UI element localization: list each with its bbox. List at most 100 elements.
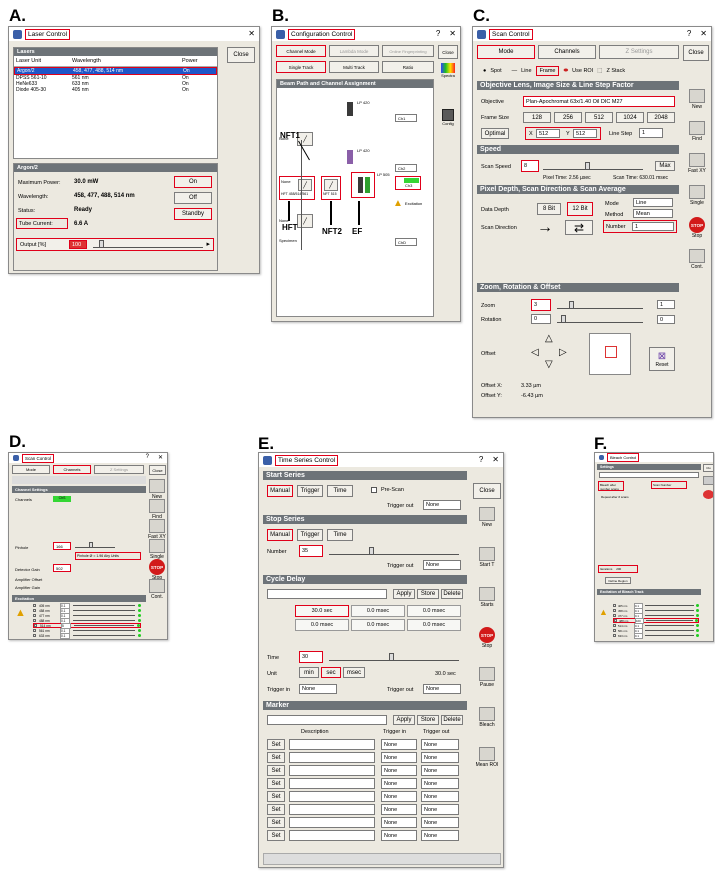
line-checkbox[interactable] xyxy=(33,609,36,612)
marker-description-input[interactable] xyxy=(289,817,375,828)
line-checkbox[interactable] xyxy=(613,609,616,612)
pinhole-input[interactable]: 166 xyxy=(53,542,71,550)
marker-set-button[interactable]: Set xyxy=(267,791,285,802)
sidebar-startsbutton[interactable]: Starts xyxy=(475,587,499,608)
tab-channels[interactable]: Channels xyxy=(538,45,596,59)
scan-speed-input[interactable]: 8 xyxy=(521,160,539,172)
mode-select[interactable]: Line xyxy=(633,198,673,207)
stop-trigger-out-select[interactable]: None xyxy=(423,560,461,570)
time-knob[interactable] xyxy=(389,653,394,661)
roi-icon[interactable]: ⬬ xyxy=(563,68,568,75)
line-checkbox[interactable] xyxy=(33,604,36,607)
depth-12-button[interactable]: 12 Bit xyxy=(567,202,593,216)
marker-trigger-out-select[interactable]: None xyxy=(421,752,459,763)
close-icon[interactable]: ✕ xyxy=(449,29,456,38)
marker-trigger-in-select[interactable]: None xyxy=(381,817,417,828)
line-slider[interactable] xyxy=(73,605,135,606)
close-button[interactable]: Clo xyxy=(703,464,713,472)
bidirectional-scan-button[interactable]: ⇄ xyxy=(565,220,593,235)
line-value[interactable]: 0.1 xyxy=(634,632,643,639)
stop-time-button[interactable]: Time xyxy=(327,529,353,541)
marker-trigger-in-select[interactable]: None xyxy=(381,804,417,815)
arrow-left-icon[interactable]: ◁ xyxy=(531,347,539,358)
line-checkbox[interactable] xyxy=(613,614,616,617)
frame-size-button[interactable]: 128 xyxy=(523,112,551,123)
marker-trigger-out-select[interactable]: None xyxy=(421,830,459,841)
close-button[interactable]: Close xyxy=(473,483,501,499)
mirror-bottom-button[interactable]: ╱ xyxy=(297,214,313,228)
line-slider[interactable] xyxy=(645,625,694,626)
unit-min-button[interactable]: min xyxy=(299,667,319,678)
number-slider[interactable] xyxy=(329,547,459,555)
marker-trigger-in-select[interactable]: None xyxy=(381,739,417,750)
rotation-input[interactable]: 0 xyxy=(531,314,551,324)
close-button[interactable]: Close xyxy=(149,465,166,475)
line-slider[interactable] xyxy=(73,615,135,616)
bleach-config-select[interactable] xyxy=(599,472,699,478)
excitation-line-row[interactable]: 633 nm 0.1 xyxy=(33,632,141,639)
sidebar-singlebutton[interactable]: Single xyxy=(685,185,709,206)
laser-row[interactable]: Diode 405-30 405 nm On xyxy=(14,87,217,93)
line-slider[interactable] xyxy=(73,630,135,631)
define-region-button[interactable]: Define Region xyxy=(605,577,631,584)
line-checkbox[interactable] xyxy=(613,634,616,637)
zoom-knob[interactable] xyxy=(569,301,574,309)
sidebar-fast-xybutton[interactable]: Fast XY xyxy=(685,153,709,174)
marker-trigger-out-select[interactable]: None xyxy=(421,791,459,802)
help-icon[interactable]: ? xyxy=(146,454,149,461)
tab-lambda-mode[interactable]: Lambda Mode xyxy=(329,45,379,57)
tab-channels[interactable]: Channels xyxy=(53,465,91,474)
marker-trigger-out-select[interactable]: None xyxy=(421,804,459,815)
sidebar-singlebutton[interactable]: Single xyxy=(145,539,167,560)
marker-description-input[interactable] xyxy=(289,791,375,802)
tab-mode[interactable]: Mode xyxy=(477,45,535,59)
marker-set-button[interactable]: Set xyxy=(267,739,285,750)
x-size-input[interactable]: 512 xyxy=(536,129,560,138)
line-checkbox[interactable] xyxy=(614,619,617,622)
cycle-trigger-in-select[interactable]: None xyxy=(299,684,337,694)
scan-speed-slider[interactable] xyxy=(543,162,643,170)
line-checkbox[interactable] xyxy=(613,624,616,627)
help-icon[interactable]: ? xyxy=(687,29,691,38)
line-option[interactable]: — xyxy=(512,68,518,74)
cycle-delay-select[interactable] xyxy=(267,589,387,599)
line-slider[interactable] xyxy=(73,620,135,621)
close-icon[interactable]: ✕ xyxy=(492,455,499,464)
tab-z-settings[interactable]: Z Settings xyxy=(599,45,679,59)
output-slider-knob[interactable] xyxy=(99,240,104,248)
start-time-button[interactable]: Time xyxy=(327,485,353,497)
arrow-right-small-icon[interactable]: ▷ xyxy=(559,347,567,358)
close-button[interactable]: Close xyxy=(438,45,458,59)
time-input[interactable]: 30 xyxy=(299,651,323,663)
arrow-right-icon[interactable]: → xyxy=(537,219,553,237)
spectra-button[interactable]: Spectra xyxy=(438,63,458,85)
line-slider[interactable] xyxy=(645,630,694,631)
line-checkbox[interactable] xyxy=(613,604,616,607)
line-slider[interactable] xyxy=(645,610,694,611)
marker-store-button[interactable]: Store xyxy=(417,715,439,725)
close-icon[interactable]: ✕ xyxy=(158,454,163,461)
stop-trigger-button[interactable]: Trigger xyxy=(297,529,323,541)
ch1-box[interactable]: Ch1 xyxy=(395,114,417,122)
zoom-slider[interactable] xyxy=(557,301,643,309)
excitation-button[interactable]: ▲ Excitation xyxy=(393,198,422,209)
line-step-select[interactable]: 1 xyxy=(639,128,663,138)
new-icon[interactable] xyxy=(703,476,713,485)
unit-sec-button[interactable]: sec xyxy=(321,667,341,678)
marker-trigger-in-select[interactable]: None xyxy=(381,778,417,789)
sidebar-fast-xybutton[interactable]: Fast XY xyxy=(145,519,167,540)
close-button[interactable]: Close xyxy=(227,47,255,63)
frame-option[interactable]: Frame xyxy=(535,66,560,76)
number-knob[interactable] xyxy=(369,547,374,555)
output-slider[interactable] xyxy=(93,240,203,248)
number-input[interactable]: 35 xyxy=(299,545,323,557)
tab-online-fingerprinting[interactable]: Online Fingerprinting xyxy=(382,45,434,57)
close-icon[interactable]: ✕ xyxy=(700,29,707,38)
line-slider[interactable] xyxy=(645,605,694,606)
marker-trigger-out-select[interactable]: None xyxy=(421,739,459,750)
marker-set-button[interactable]: Set xyxy=(267,830,285,841)
laser-row[interactable]: Argon/2 458, 477, 488, 514 nm On xyxy=(14,67,217,75)
marker-apply-button[interactable]: Apply xyxy=(393,715,415,725)
arrow-up-icon[interactable]: △ xyxy=(545,333,553,344)
bleach-line-row[interactable]: 633 nm 0.1 xyxy=(613,632,699,639)
